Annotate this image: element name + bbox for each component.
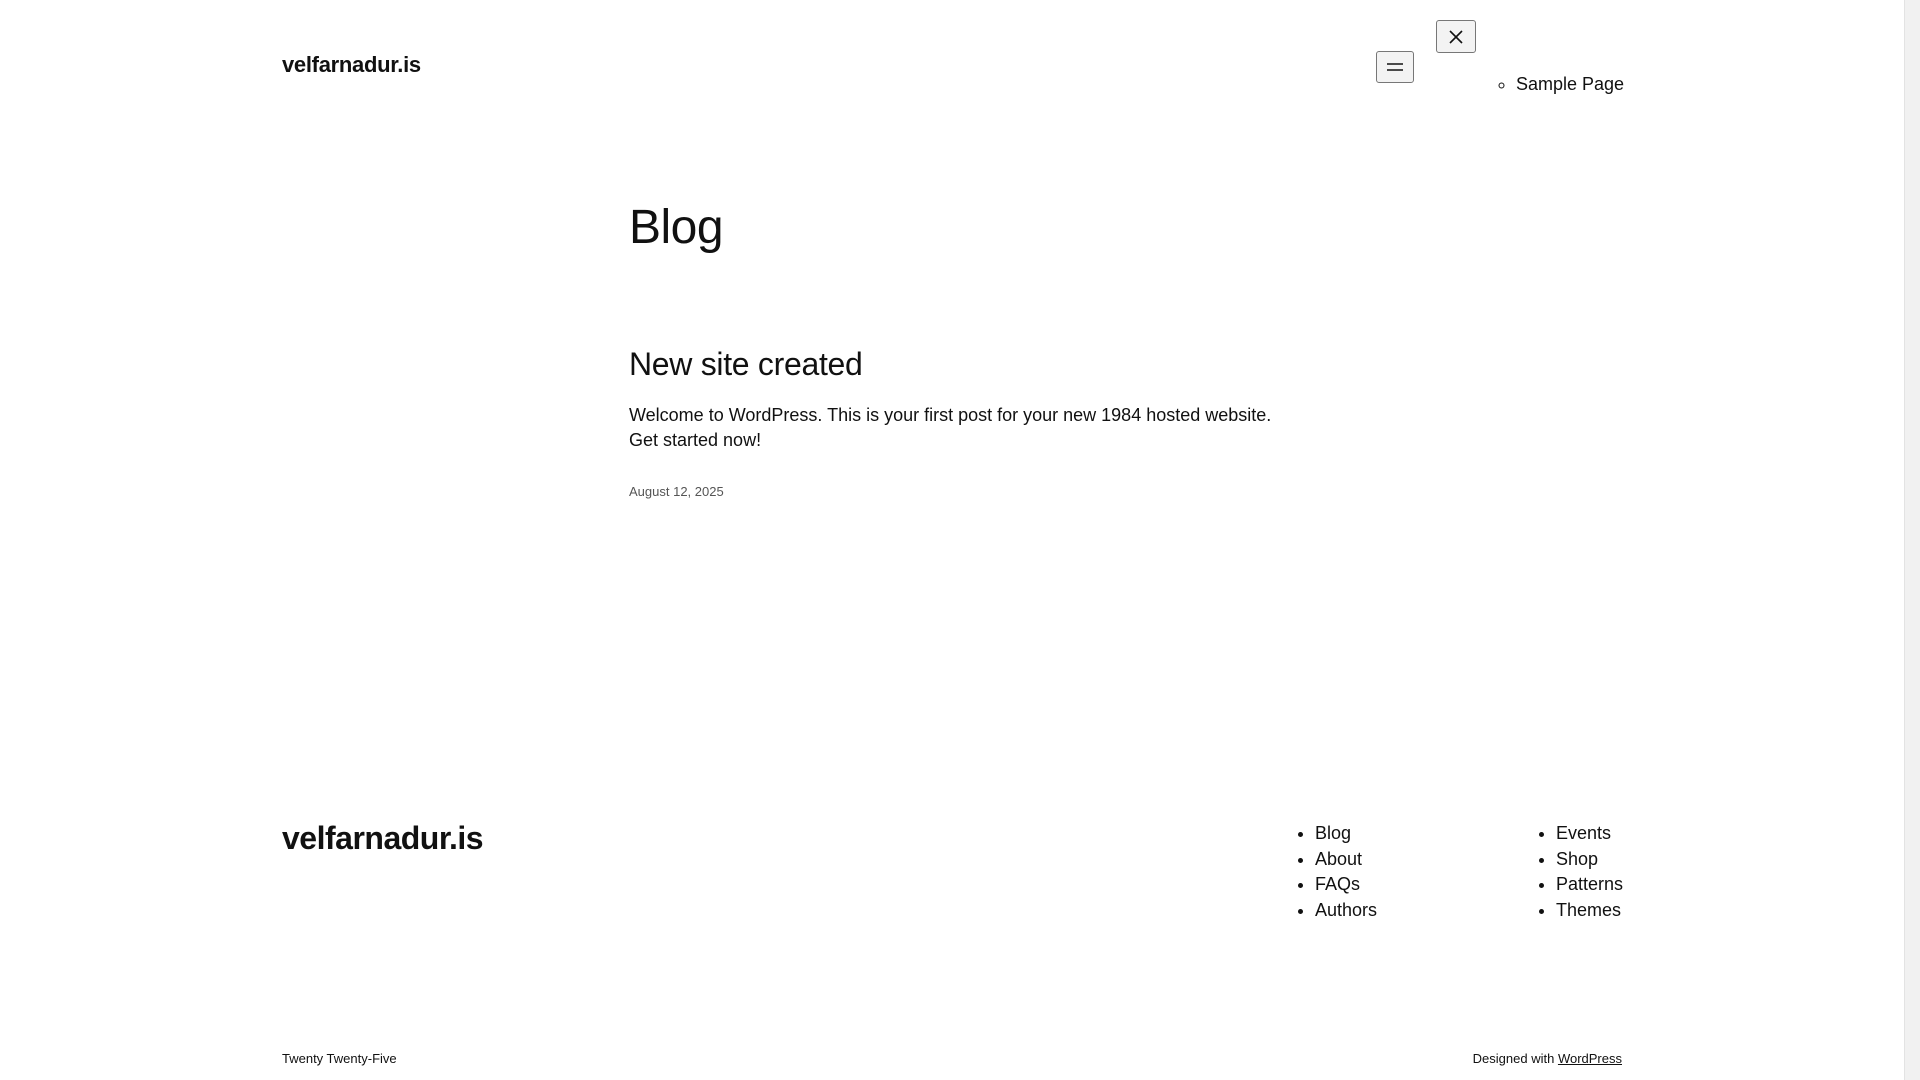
designed-with-text: Designed with <box>1472 1051 1555 1066</box>
page-title: Blog <box>629 201 724 254</box>
post-excerpt: Welcome to WordPress. This is your first… <box>629 405 1272 450</box>
menu-toggle-button[interactable] <box>1376 51 1414 83</box>
footer-link-authors[interactable]: Authors <box>1315 898 1377 924</box>
footer-link-patterns[interactable]: Patterns <box>1556 872 1623 898</box>
footer-nav-column-1: Blog About FAQs Authors <box>1297 821 1377 923</box>
close-icon <box>1448 29 1464 45</box>
theme-credit: Twenty Twenty-Five <box>282 1051 397 1066</box>
site-title[interactable]: velfarnadur.is <box>282 52 421 78</box>
close-menu-button[interactable] <box>1436 20 1476 53</box>
designed-with-credit: Designed with WordPress <box>1473 1051 1622 1066</box>
scrollbar[interactable] <box>1904 0 1920 1080</box>
footer-link-events[interactable]: Events <box>1556 821 1623 847</box>
primary-nav: Sample Page <box>1502 72 1624 96</box>
post-title[interactable]: New site created <box>629 346 863 383</box>
footer-nav-column-2: Events Shop Patterns Themes <box>1538 821 1623 923</box>
post-date: August 12, 2025 <box>629 484 724 499</box>
footer-link-about[interactable]: About <box>1315 847 1377 873</box>
footer-site-title[interactable]: velfarnadur.is <box>282 820 484 857</box>
wordpress-link[interactable]: WordPress <box>1558 1051 1622 1066</box>
footer-link-faqs[interactable]: FAQs <box>1315 872 1377 898</box>
nav-item-sample-page[interactable]: Sample Page <box>1516 72 1624 96</box>
footer-link-themes[interactable]: Themes <box>1556 898 1623 924</box>
footer-link-shop[interactable]: Shop <box>1556 847 1623 873</box>
hamburger-icon <box>1386 62 1404 72</box>
footer-link-blog[interactable]: Blog <box>1315 821 1377 847</box>
